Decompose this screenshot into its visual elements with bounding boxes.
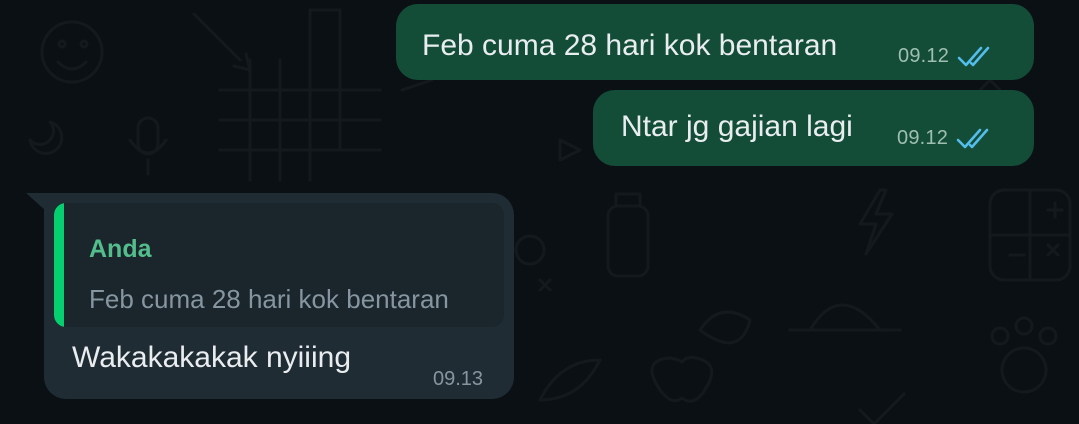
quoted-author: Anda [89,235,152,263]
message-time: 09.13 [433,368,484,390]
chat-messages: Feb cuma 28 hari kok bentaran 09.12 Ntar… [0,0,1079,424]
message-meta: 09.12 [898,44,997,68]
outgoing-message-bubble[interactable]: Ntar jg gajian lagi 09.12 [593,90,1034,166]
outgoing-message-bubble[interactable]: Feb cuma 28 hari kok bentaran 09.12 [396,4,1034,80]
quoted-text: Feb cuma 28 hari kok bentaran [89,284,449,314]
message-time: 09.12 [897,126,949,149]
message-text: Ntar jg gajian lagi [621,110,853,143]
message-text: Wakakakakak nyiiing [72,341,352,374]
quoted-message[interactable]: Anda Feb cuma 28 hari kok bentaran [54,203,504,327]
incoming-message-bubble[interactable]: Anda Feb cuma 28 hari kok bentaran Wakak… [44,193,514,399]
double-check-read-icon [957,44,997,68]
message-text: Feb cuma 28 hari kok bentaran [422,29,838,62]
quote-accent-bar [54,203,64,327]
message-meta: 09.12 [897,126,996,150]
bubble-tail [26,193,46,211]
double-check-read-icon [956,126,996,150]
message-time: 09.12 [898,44,950,67]
